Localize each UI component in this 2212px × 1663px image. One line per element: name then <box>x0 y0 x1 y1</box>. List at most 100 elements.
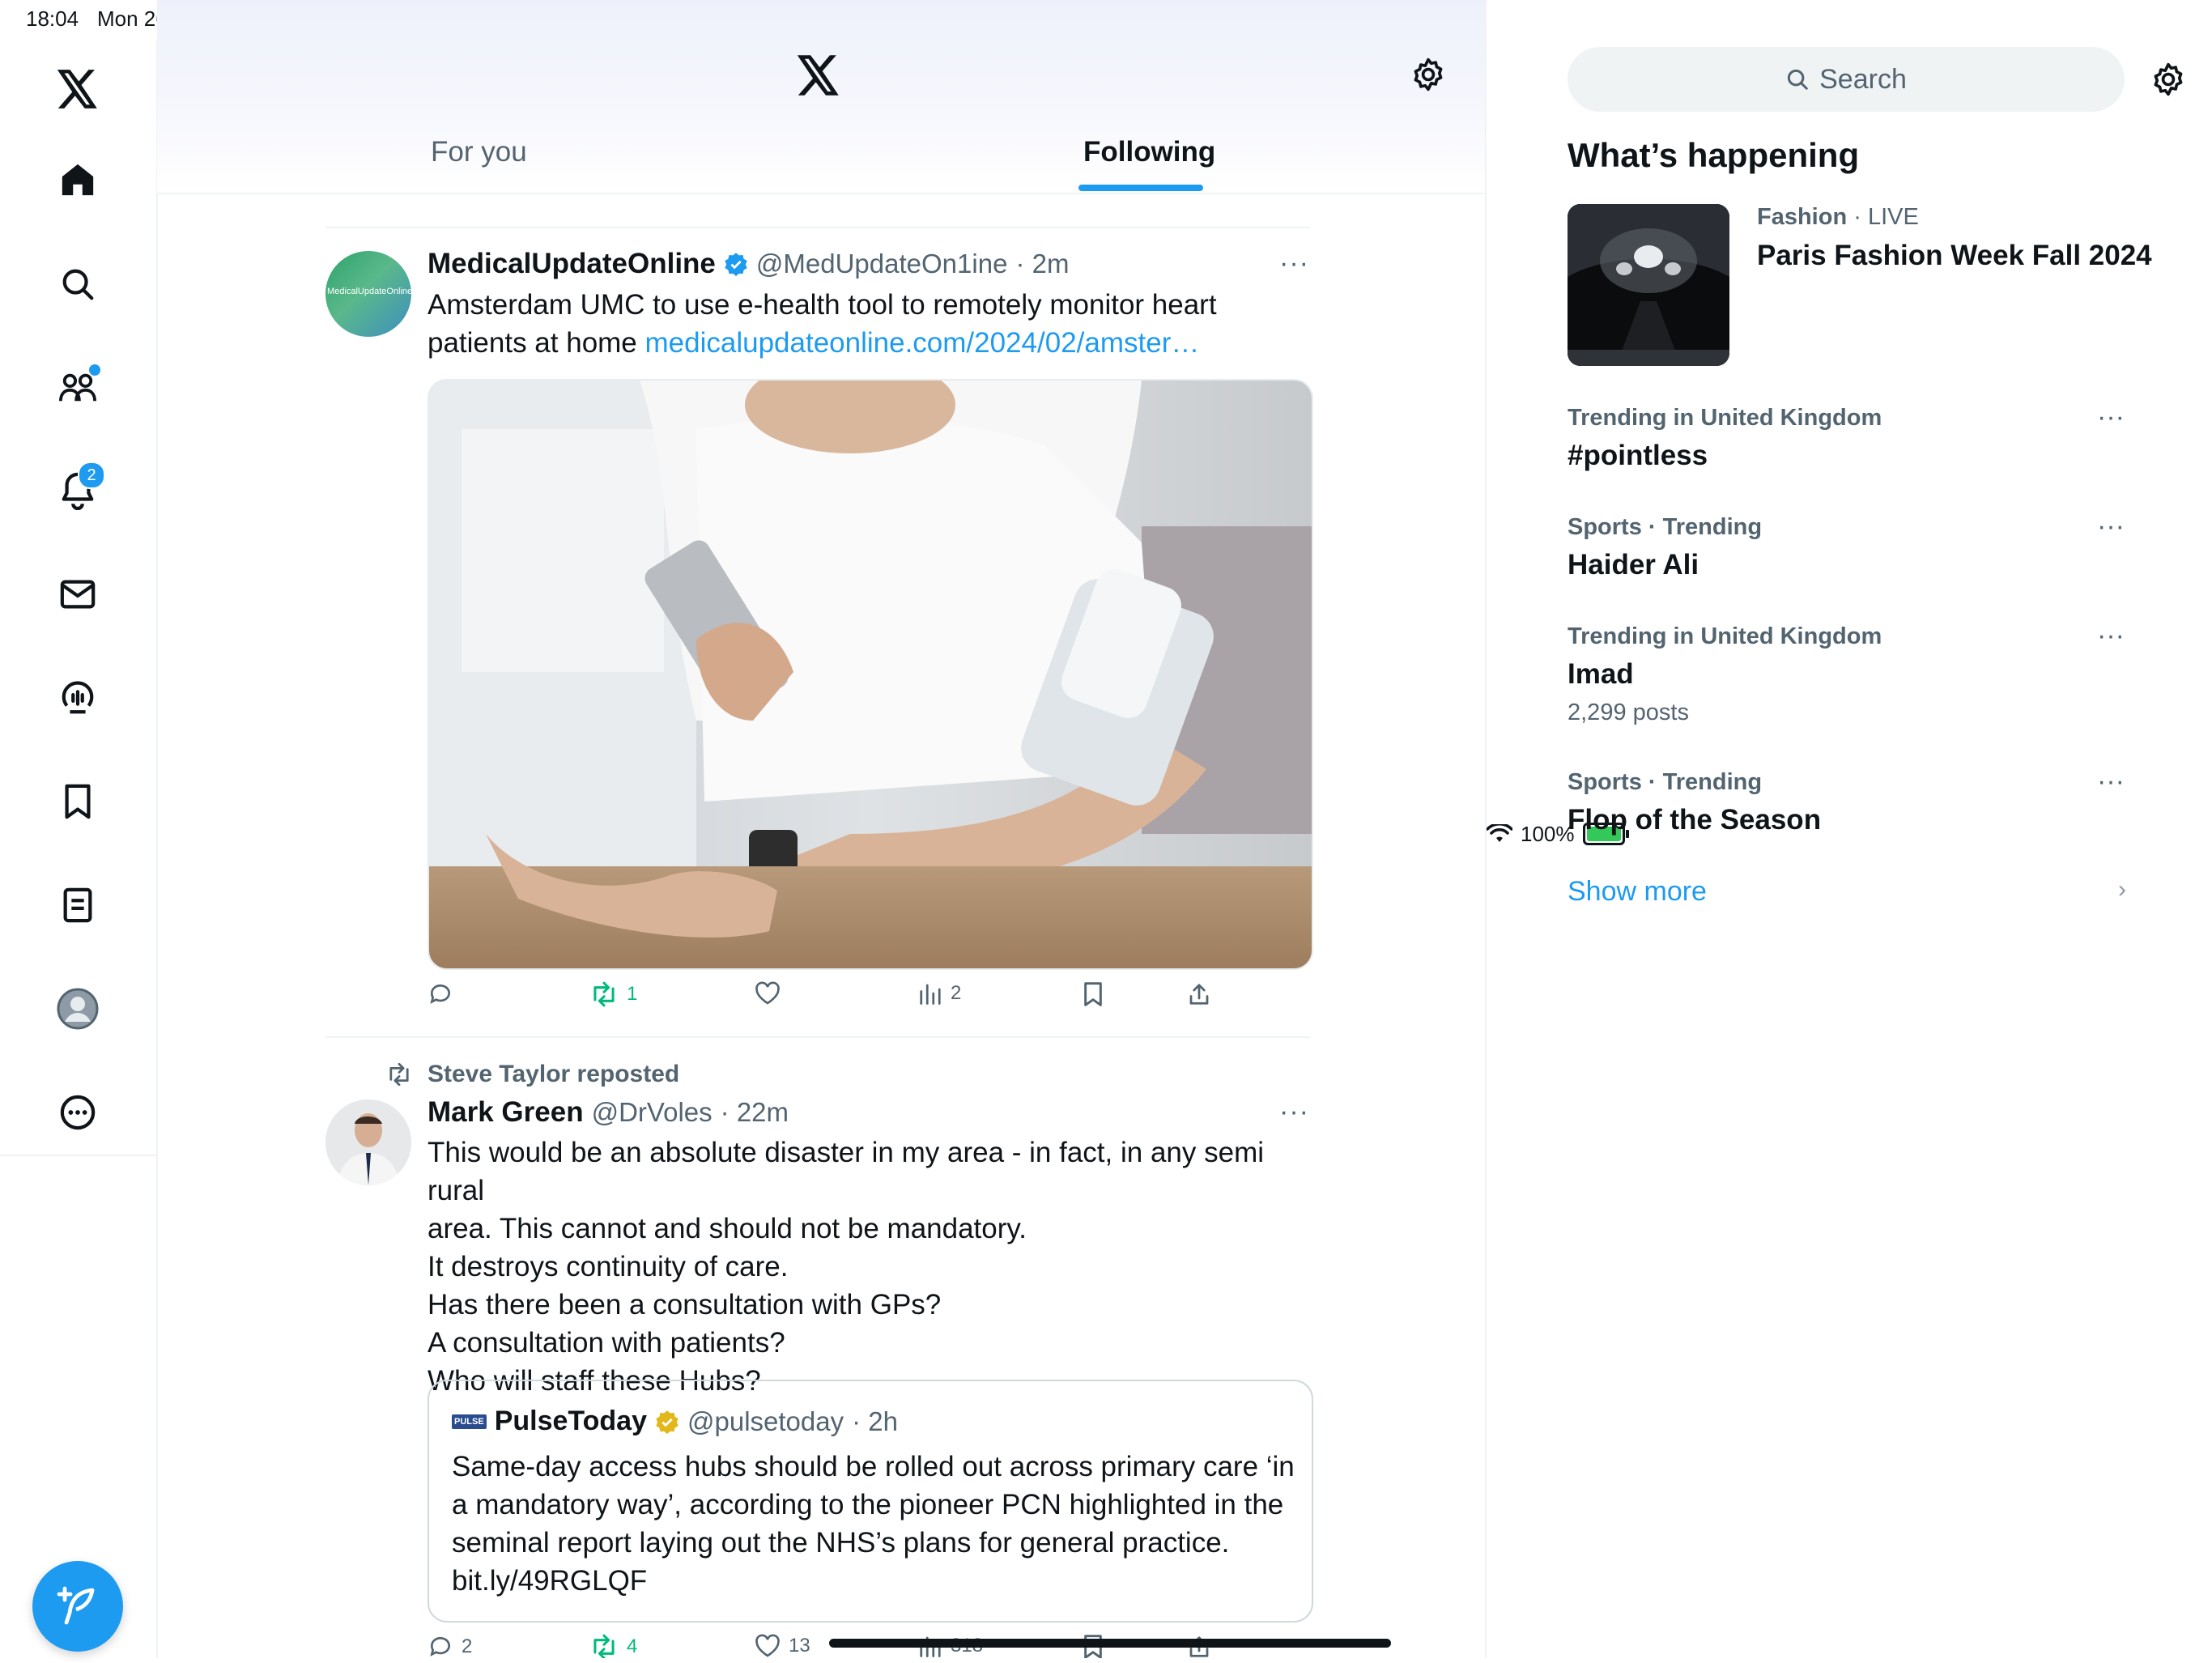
trend-name: Imad <box>1568 658 1634 690</box>
notifications-badge: 2 <box>78 461 105 489</box>
photo-man-with-bp-monitor <box>429 381 1312 968</box>
post-line: area. This cannot and should not be mand… <box>428 1213 1027 1244</box>
author-name[interactable]: Mark Green <box>428 1096 584 1129</box>
verified-gold-badge-icon <box>656 1410 678 1434</box>
avatar-photo <box>325 1099 411 1185</box>
reply-count: 2 <box>462 1635 473 1657</box>
notifications-icon[interactable]: 2 <box>47 460 108 521</box>
post-header: MedicalUpdateOnline @MedUpdateOn1ine · 2… <box>428 248 1069 280</box>
home-icon[interactable] <box>47 149 108 211</box>
repost-icon <box>593 1634 615 1658</box>
like-count: 13 <box>789 1635 810 1657</box>
trend-more-icon[interactable]: ··· <box>2097 620 2125 652</box>
like-button[interactable] <box>755 981 789 1006</box>
trend-more-icon[interactable]: ··· <box>2097 511 2125 542</box>
views-icon <box>920 984 941 1005</box>
trend-posts: 2,299 posts <box>1568 700 1689 725</box>
post-more-icon[interactable]: ··· <box>1279 1096 1309 1128</box>
post-line: Has there been a consultation with GPs? <box>428 1289 942 1321</box>
quoted-post[interactable]: PULSE PulseToday @pulsetoday · 2h Same-d… <box>428 1380 1313 1623</box>
views-count: 2 <box>951 982 962 1004</box>
tab-for-you[interactable]: For you <box>431 136 527 168</box>
views-button[interactable]: 2 <box>918 981 961 1006</box>
home-indicator[interactable] <box>829 1639 1391 1648</box>
trend-meta: Trending in United Kingdom <box>1568 405 1882 431</box>
featured-category: Fashion <box>1757 204 1848 230</box>
trend-name: Haider Ali <box>1568 549 1699 581</box>
post-time[interactable]: · 22m <box>721 1097 789 1128</box>
post-text: Amsterdam UMC to use e-health tool to re… <box>428 286 1310 362</box>
repost-count: 4 <box>627 1635 638 1657</box>
quote-line: bit.ly/49RGLQF <box>452 1565 648 1597</box>
reposted-by[interactable]: Steve Taylor reposted <box>428 1061 679 1088</box>
verified-badge-icon <box>725 253 747 276</box>
nav-divider <box>0 1155 156 1156</box>
featured-thumbnail <box>1568 204 1729 366</box>
whats-happening-title: What’s happening <box>1568 136 1860 174</box>
left-nav: 2 <box>0 39 158 1658</box>
avatar[interactable]: MedicalUpdateOnline <box>325 251 411 337</box>
post-line: It destroys continuity of care. <box>428 1251 789 1282</box>
quote-line: a mandatory way’, according to the pione… <box>452 1489 1284 1521</box>
featured-title: Paris Fashion Week Fall 2024 <box>1757 240 2152 271</box>
reply-button[interactable] <box>428 981 462 1007</box>
bookmark-button[interactable] <box>1082 981 1104 1007</box>
search-icon[interactable] <box>47 253 108 315</box>
repost-button[interactable]: 4 <box>589 1634 637 1658</box>
post-image[interactable] <box>428 379 1313 970</box>
timeline-settings-icon[interactable] <box>1410 57 1446 96</box>
repost-count: 1 <box>627 983 638 1005</box>
pulse-logo: PULSE <box>452 1414 487 1429</box>
repost-context: Steve Taylor reposted <box>385 1061 679 1088</box>
x-logo-center[interactable] <box>797 55 840 100</box>
main-timeline: MedicalUpdateOnline MedicalUpdateOnline … <box>157 0 1487 1658</box>
post-time[interactable]: · 2m <box>1015 249 1069 279</box>
x-logo[interactable] <box>47 58 108 120</box>
post-line: A consultation with patients? <box>428 1327 785 1359</box>
post-link[interactable]: medicalupdateonline.com/2024/02/amster… <box>645 327 1200 359</box>
show-more-link[interactable]: Show more <box>1568 876 1707 908</box>
trend-more-icon[interactable]: ··· <box>2097 766 2125 797</box>
chevron-right-icon[interactable]: › <box>2118 876 2126 904</box>
repost-icon <box>593 981 615 1007</box>
avatar[interactable] <box>325 1099 411 1185</box>
trend-name: Flop of the Season <box>1568 804 1822 836</box>
quote-handle: @pulsetoday <box>687 1406 844 1436</box>
trend-name: #pointless <box>1568 440 1708 471</box>
profile-icon[interactable] <box>47 978 108 1040</box>
trend-meta: Trending in United Kingdom <box>1568 623 1882 649</box>
more-icon[interactable] <box>47 1082 108 1143</box>
trend-more-icon[interactable]: ··· <box>2097 402 2125 433</box>
heart-icon <box>755 1634 780 1657</box>
author-handle[interactable]: @MedUpdateOn1ine <box>756 249 1008 279</box>
compose-feather-icon <box>57 1586 95 1625</box>
reply-button[interactable]: 2 <box>428 1634 472 1658</box>
quote-author: PulseToday <box>494 1406 647 1436</box>
author-name[interactable]: MedicalUpdateOnline <box>428 248 716 280</box>
trend-meta: Sports · Trending <box>1568 514 1763 540</box>
active-tab-indicator <box>1078 185 1203 191</box>
communities-icon[interactable] <box>47 356 108 418</box>
search-input[interactable]: Search <box>1568 47 2125 112</box>
status-time: 18:04 <box>26 6 79 31</box>
avatar-text: MedicalUpdateOnline <box>327 287 411 296</box>
author-handle[interactable]: @DrVoles <box>592 1097 713 1128</box>
share-button[interactable] <box>1187 981 1211 1007</box>
repost-button[interactable]: 1 <box>589 981 637 1007</box>
messages-icon[interactable] <box>47 564 108 625</box>
like-button[interactable]: 13 <box>755 1634 810 1658</box>
compose-button[interactable] <box>32 1561 123 1652</box>
spaces-icon[interactable] <box>47 667 108 729</box>
post-more-icon[interactable]: ··· <box>1279 248 1309 279</box>
quote-line: seminal report laying out the NHS’s plan… <box>452 1527 1230 1559</box>
share-icon <box>1189 984 1209 1005</box>
quote-text: Same-day access hubs should be rolled ou… <box>452 1448 1302 1600</box>
quote-line: Same-day access hubs should be rolled ou… <box>452 1451 1295 1482</box>
communities-dot-badge <box>89 364 100 376</box>
bookmarks-icon[interactable] <box>47 771 108 832</box>
explore-settings-icon[interactable] <box>2150 62 2186 101</box>
lists-icon[interactable] <box>47 874 108 936</box>
tab-following[interactable]: Following <box>1083 136 1215 168</box>
timeline-header: For you Following <box>157 0 1485 194</box>
right-sidebar: Search What’s happening Fashion · LIVE P… <box>1487 0 2212 1658</box>
